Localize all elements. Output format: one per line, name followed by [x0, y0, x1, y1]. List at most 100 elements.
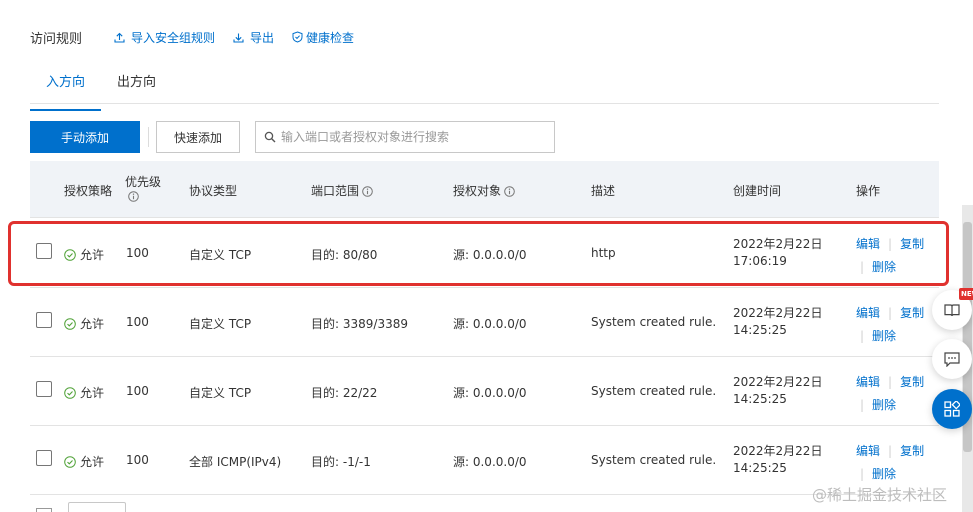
book-icon: [944, 304, 960, 317]
quick-add-button[interactable]: 快速添加: [156, 121, 240, 153]
import-rules-link[interactable]: 导入安全组规则: [114, 29, 215, 46]
health-check-label: 健康检查: [306, 30, 355, 45]
source-cell: 源: 0.0.0.0/0: [453, 386, 527, 400]
edit-link[interactable]: 编辑: [856, 237, 880, 251]
direction-tabs: 入方向 出方向: [30, 70, 939, 111]
created-time-cell: 2022年2月22日 14:25:25: [733, 305, 822, 339]
row-ops: 编辑 | 复制 | 删除: [856, 305, 936, 345]
priority-cell: 100: [126, 315, 149, 329]
protocol-cell: 自定义 TCP: [189, 248, 252, 262]
manual-add-button[interactable]: 手动添加: [30, 121, 140, 153]
copy-link[interactable]: 复制: [900, 444, 924, 458]
policy-label: 允许: [80, 455, 105, 469]
port-cell: 目的: 3389/3389: [311, 317, 408, 331]
row-checkbox[interactable]: [36, 243, 52, 259]
op-separator: |: [860, 398, 865, 412]
priority-info-icon[interactable]: [128, 191, 139, 205]
row-checkbox[interactable]: [36, 381, 52, 397]
feedback-float-button[interactable]: [932, 339, 972, 379]
column-header-port: 端口范围: [311, 182, 373, 200]
copy-link[interactable]: 复制: [900, 306, 924, 320]
op-separator: |: [860, 260, 865, 274]
search-icon: [264, 131, 276, 143]
page-size-select[interactable]: [68, 502, 126, 512]
tab-inbound[interactable]: 入方向: [30, 70, 102, 111]
source-cell: 源: 0.0.0.0/0: [453, 248, 527, 262]
created-time-cell: 2022年2月22日 14:25:25: [733, 443, 822, 477]
port-cell: 目的: -1/-1: [311, 455, 371, 469]
row-checkbox[interactable]: [36, 312, 52, 328]
export-label: 导出: [250, 30, 275, 45]
description-cell: System created rule.: [591, 453, 717, 467]
edit-link[interactable]: 编辑: [856, 444, 880, 458]
search-input[interactable]: [281, 130, 541, 144]
shield-check-icon: [292, 31, 303, 43]
created-date: 2022年2月22日: [733, 375, 823, 389]
rules-toolbar: 访问规则 导入安全组规则 导出 健康检查: [30, 28, 372, 47]
apps-grid-icon: [944, 401, 960, 417]
port-header-label: 端口范围: [311, 184, 360, 198]
delete-link[interactable]: 删除: [872, 260, 896, 274]
priority-cell: 100: [126, 246, 149, 260]
column-header-description: 描述: [591, 184, 616, 198]
delete-link[interactable]: 删除: [872, 329, 896, 343]
check-circle-icon: [64, 317, 76, 330]
delete-link[interactable]: 删除: [872, 467, 896, 481]
check-circle-icon: [64, 386, 76, 399]
created-date: 2022年2月22日: [733, 444, 823, 458]
created-date: 2022年2月22日: [733, 237, 823, 251]
op-separator: |: [888, 444, 893, 458]
select-all-checkbox[interactable]: [36, 508, 52, 512]
source-header-label: 授权对象: [453, 184, 502, 198]
apps-float-button[interactable]: [932, 389, 972, 429]
description-cell: System created rule.: [591, 315, 717, 329]
delete-link[interactable]: 删除: [872, 398, 896, 412]
port-cell: 目的: 22/22: [311, 386, 378, 400]
priority-cell: 100: [126, 384, 149, 398]
source-info-icon[interactable]: [504, 186, 515, 200]
health-check-link[interactable]: 健康检查: [292, 29, 354, 46]
source-cell: 源: 0.0.0.0/0: [453, 455, 527, 469]
priority-cell: 100: [126, 453, 149, 467]
policy-cell: 允许: [64, 246, 104, 263]
tab-outbound[interactable]: 出方向: [101, 70, 172, 103]
column-header-created: 创建时间: [733, 184, 782, 198]
created-clock: 14:25:25: [733, 392, 787, 406]
op-separator: |: [888, 237, 893, 251]
edit-link[interactable]: 编辑: [856, 306, 880, 320]
op-separator: |: [888, 375, 893, 389]
op-separator: |: [860, 329, 865, 343]
new-badge: NEW: [959, 288, 973, 300]
port-info-icon[interactable]: [362, 186, 373, 200]
description-cell: System created rule.: [591, 384, 717, 398]
table-row: 允许 100 自定义 TCP 目的: 80/80 源: 0.0.0.0/0 ht…: [30, 219, 939, 288]
download-icon: [233, 33, 244, 43]
created-clock: 14:25:25: [733, 323, 787, 337]
column-header-priority: 优先级: [125, 175, 162, 189]
copy-link[interactable]: 复制: [900, 375, 924, 389]
created-time-cell: 2022年2月22日 17:06:19: [733, 236, 822, 270]
table-row: 允许 100 全部 ICMP(IPv4) 目的: -1/-1 源: 0.0.0.…: [30, 426, 939, 495]
copy-link[interactable]: 复制: [900, 237, 924, 251]
edit-link[interactable]: 编辑: [856, 375, 880, 389]
protocol-cell: 自定义 TCP: [189, 317, 252, 331]
policy-cell: 允许: [64, 384, 104, 401]
button-divider: [148, 127, 149, 147]
column-header-protocol: 协议类型: [189, 184, 238, 198]
rule-actions: 手动添加 快速添加: [30, 121, 555, 153]
section-title: 访问规则: [30, 31, 83, 47]
watermark: @稀土掘金技术社区: [812, 486, 948, 504]
column-header-policy: 授权策略: [64, 184, 113, 198]
created-time-cell: 2022年2月22日 14:25:25: [733, 374, 822, 408]
source-cell: 源: 0.0.0.0/0: [453, 317, 527, 331]
op-separator: |: [888, 306, 893, 320]
search-box[interactable]: [255, 121, 555, 153]
chat-icon: [944, 351, 960, 367]
policy-cell: 允许: [64, 315, 104, 332]
row-ops: 编辑 | 复制 | 删除: [856, 374, 936, 414]
export-link[interactable]: 导出: [233, 29, 274, 46]
protocol-cell: 全部 ICMP(IPv4): [189, 455, 282, 469]
policy-label: 允许: [80, 386, 105, 400]
op-separator: |: [860, 467, 865, 481]
row-checkbox[interactable]: [36, 450, 52, 466]
